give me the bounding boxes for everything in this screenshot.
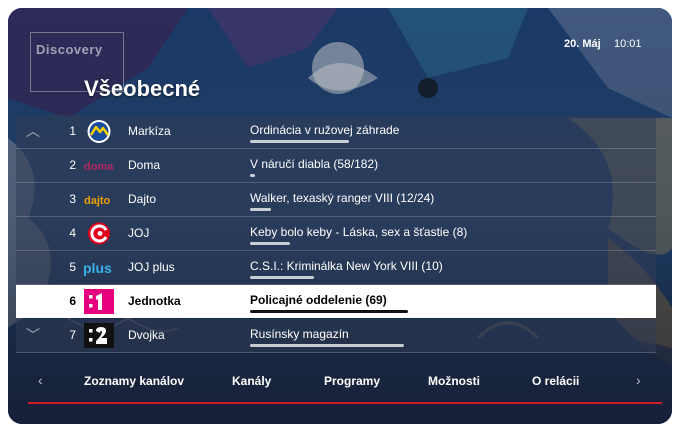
- program-progress-bar: [250, 310, 408, 313]
- channel-name: Markíza: [128, 124, 171, 138]
- channel-number: 4: [69, 226, 76, 240]
- program-progress-bar: [250, 344, 404, 347]
- device-frame: Discovery 20. Máj 10:01 Všeobecné ︿ 1 Ma…: [0, 0, 680, 432]
- program-progress-bar: [250, 276, 314, 279]
- channel-row-joj-plus[interactable]: 5 plus JOJ plus C.S.I.: Kriminálka New Y…: [16, 251, 656, 285]
- svg-text:dajto: dajto: [84, 195, 111, 207]
- menu-item-options[interactable]: Možnosti: [428, 374, 480, 388]
- program-progress-bar: [250, 208, 271, 211]
- discovery-watermark: Discovery: [36, 42, 103, 57]
- bottom-menu: ‹ Zoznamy kanálov Kanály Programy Možnos…: [8, 366, 672, 396]
- menu-item-channels[interactable]: Kanály: [232, 374, 271, 388]
- markiza-logo-icon: [87, 120, 111, 143]
- channel-name: Doma: [128, 158, 161, 172]
- joj-logo-icon: [88, 222, 110, 245]
- doma-logo-icon: doma: [84, 161, 114, 173]
- program-progress-bar: [250, 140, 349, 143]
- channel-number: 3: [69, 192, 76, 206]
- menu-item-programs[interactable]: Programy: [324, 374, 380, 388]
- dajto-logo-icon: dajto: [84, 195, 111, 207]
- menu-item-channel-lists[interactable]: Zoznamy kanálov: [84, 374, 184, 388]
- channel-row-dvojka[interactable]: ﹀ 7 Dvojka Rusínsky magazín: [16, 319, 656, 353]
- channel-number: 5: [69, 260, 76, 274]
- channel-name: Dvojka: [128, 328, 165, 342]
- time-label: 10:01: [614, 38, 642, 50]
- menu-right-arrow-icon[interactable]: ›: [636, 372, 641, 388]
- channel-row-jednotka-selected[interactable]: 6 Jednotka Policajné oddelenie (69): [16, 285, 656, 318]
- scroll-up-icon[interactable]: ︿: [26, 115, 40, 148]
- channel-number: 2: [69, 158, 76, 172]
- scroll-down-icon[interactable]: ﹀: [26, 319, 40, 352]
- joj-plus-logo-icon: plus: [83, 260, 112, 276]
- channel-name: Jednotka: [128, 294, 181, 308]
- channel-number: 6: [69, 294, 76, 308]
- channel-row-dajto[interactable]: 3 dajto Dajto Walker, texaský ranger VII…: [16, 183, 656, 217]
- program-title: Walker, texaský ranger VIII (12/24): [250, 191, 435, 205]
- channel-number: 7: [69, 328, 76, 342]
- svg-text:doma: doma: [84, 161, 114, 173]
- menu-left-arrow-icon[interactable]: ‹: [38, 372, 43, 388]
- program-title: V náručí diabla (58/182): [250, 157, 379, 171]
- channel-name: JOJ: [128, 226, 150, 240]
- program-progress-bar: [250, 174, 255, 177]
- tv-screen: Discovery 20. Máj 10:01 Všeobecné ︿ 1 Ma…: [8, 8, 672, 424]
- dvojka-logo-icon: [84, 323, 114, 348]
- channel-name: Dajto: [128, 192, 157, 206]
- channel-number: 1: [69, 124, 76, 138]
- jednotka-logo-icon: [84, 289, 114, 314]
- channel-name: JOJ plus: [128, 260, 175, 274]
- program-progress-bar: [250, 242, 290, 245]
- channel-list-title: Všeobecné: [84, 76, 201, 101]
- svg-text:plus: plus: [83, 260, 112, 276]
- channel-row-doma[interactable]: 2 doma Doma V náručí diabla (58/182): [16, 149, 656, 183]
- channel-row-markiza[interactable]: ︿ 1 Markíza Ordinácia v ružovej záhrade: [16, 115, 656, 149]
- channel-row-joj[interactable]: 4 JOJ Keby bolo keby - Láska, sex a šťas…: [16, 217, 656, 251]
- menu-item-about-show[interactable]: O relácii: [532, 374, 579, 388]
- menu-accent-line: [28, 402, 662, 404]
- date-label: 20. Máj: [564, 38, 601, 50]
